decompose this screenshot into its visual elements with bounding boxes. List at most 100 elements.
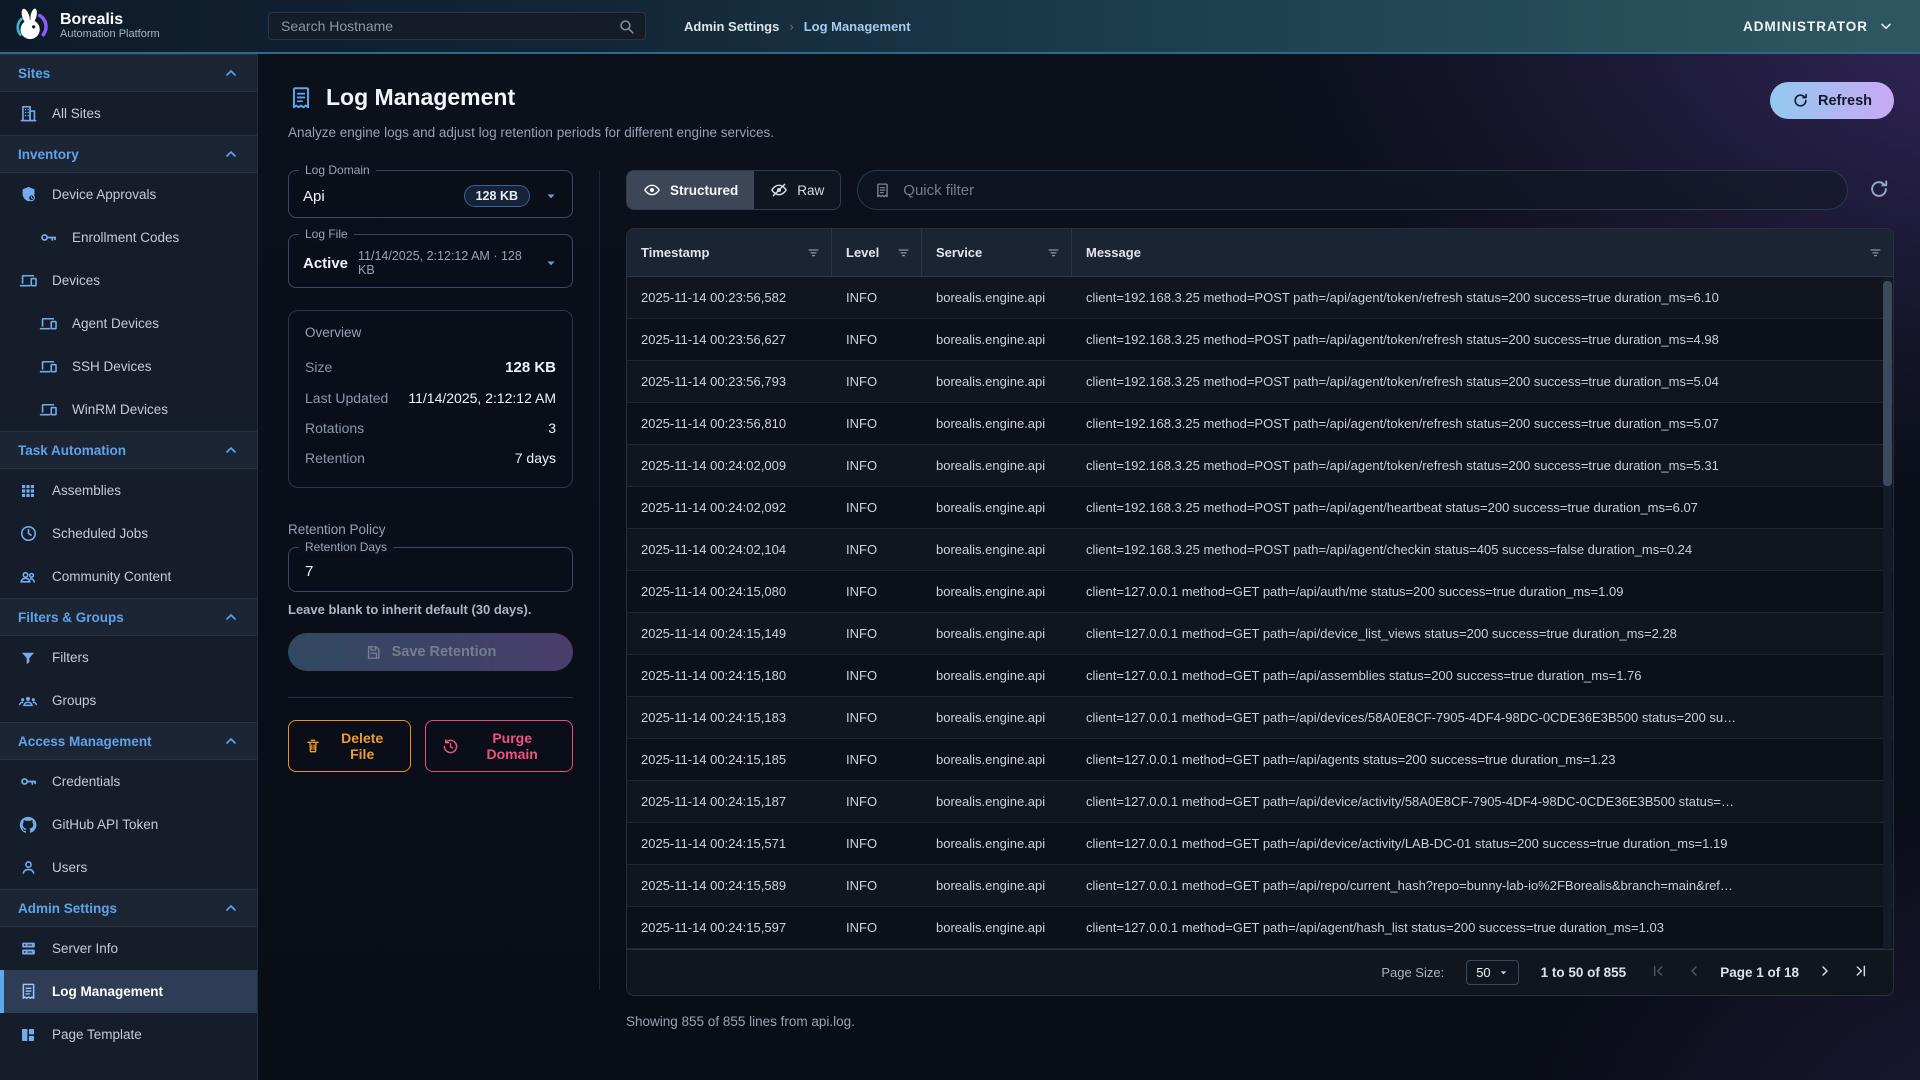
sidebar-section-access-management[interactable]: Access Management (0, 722, 257, 760)
chevron-up-icon (223, 442, 239, 458)
first-page-icon[interactable] (1648, 961, 1668, 984)
table-row[interactable]: 2025-11-14 00:24:15,149 INFO borealis.en… (627, 613, 1893, 655)
column-header-message[interactable]: Message (1072, 229, 1893, 276)
sidebar-item-agent-devices[interactable]: Agent Devices (0, 302, 257, 345)
table-refresh-icon[interactable] (1864, 174, 1894, 207)
sidebar-section-admin-settings[interactable]: Admin Settings (0, 889, 257, 927)
table-row[interactable]: 2025-11-14 00:24:15,080 INFO borealis.en… (627, 571, 1893, 613)
person-icon (18, 858, 38, 877)
sidebar-item-all-sites[interactable]: All Sites (0, 92, 257, 135)
log-domain-select[interactable]: Log Domain Api 128 KB (288, 170, 573, 218)
sidebar-item-label: Server Info (52, 941, 118, 956)
save-retention-button[interactable]: Save Retention (288, 633, 573, 671)
cell-level: INFO (832, 836, 922, 851)
devices-icon (38, 314, 58, 333)
receipt-icon (18, 982, 38, 1001)
grid-icon (18, 482, 38, 500)
table-row[interactable]: 2025-11-14 00:24:15,185 INFO borealis.en… (627, 739, 1893, 781)
page-size-select[interactable]: 50 (1466, 960, 1518, 985)
table-row[interactable]: 2025-11-14 00:23:56,582 INFO borealis.en… (627, 277, 1893, 319)
last-page-icon[interactable] (1851, 961, 1871, 984)
sidebar-item-groups[interactable]: Groups (0, 679, 257, 722)
column-header-timestamp[interactable]: Timestamp (627, 229, 832, 276)
table-row[interactable]: 2025-11-14 00:24:02,009 INFO borealis.en… (627, 445, 1893, 487)
filter-list-icon[interactable] (806, 245, 821, 260)
sidebar-item-github-api-token[interactable]: GitHub API Token (0, 803, 257, 846)
table-row[interactable]: 2025-11-14 00:24:15,571 INFO borealis.en… (627, 823, 1893, 865)
cell-message: client=127.0.0.1 method=GET path=/api/ag… (1072, 920, 1893, 935)
size-label: Size (305, 359, 332, 375)
cell-timestamp: 2025-11-14 00:24:15,187 (627, 794, 832, 809)
delete-file-button[interactable]: Delete File (288, 720, 411, 772)
section-label: Sites (18, 66, 50, 81)
table-row[interactable]: 2025-11-14 00:23:56,793 INFO borealis.en… (627, 361, 1893, 403)
sidebar-item-scheduled-jobs[interactable]: Scheduled Jobs (0, 512, 257, 555)
hostname-search[interactable] (268, 12, 646, 40)
filter-list-icon[interactable] (1046, 245, 1061, 260)
table-row[interactable]: 2025-11-14 00:23:56,627 INFO borealis.en… (627, 319, 1893, 361)
quick-filter-input[interactable] (901, 181, 1831, 200)
breadcrumb-log-management[interactable]: Log Management (804, 19, 911, 34)
scrollbar-thumb[interactable] (1883, 281, 1892, 486)
log-viewer: Structured Raw (600, 170, 1894, 1029)
raw-label: Raw (797, 183, 824, 198)
column-header-level[interactable]: Level (832, 229, 922, 276)
filter-list-icon[interactable] (1868, 245, 1883, 260)
save-retention-label: Save Retention (392, 644, 497, 660)
log-file-select[interactable]: Log File Active 11/14/2025, 2:12:12 AM ·… (288, 234, 573, 288)
cell-message: client=192.168.3.25 method=POST path=/ap… (1072, 458, 1893, 473)
table-row[interactable]: 2025-11-14 00:24:15,183 INFO borealis.en… (627, 697, 1893, 739)
next-page-icon[interactable] (1815, 961, 1835, 984)
chevron-up-icon (223, 146, 239, 162)
sidebar-item-label: Agent Devices (72, 316, 159, 331)
clock-icon (18, 524, 38, 543)
sidebar-item-page-template[interactable]: Page Template (0, 1013, 257, 1056)
filter-list-icon[interactable] (896, 245, 911, 260)
table-row[interactable]: 2025-11-14 00:24:15,597 INFO borealis.en… (627, 907, 1893, 949)
sidebar-item-community-content[interactable]: Community Content (0, 555, 257, 598)
table-scrollbar[interactable] (1883, 277, 1892, 949)
sidebar-item-assemblies[interactable]: Assemblies (0, 469, 257, 512)
sidebar-item-devices[interactable]: Devices (0, 259, 257, 302)
caret-down-icon (544, 189, 558, 203)
table-row[interactable]: 2025-11-14 00:24:02,104 INFO borealis.en… (627, 529, 1893, 571)
cell-message: client=192.168.3.25 method=POST path=/ap… (1072, 290, 1893, 305)
raw-toggle[interactable]: Raw (754, 171, 840, 209)
table-row[interactable]: 2025-11-14 00:24:15,187 INFO borealis.en… (627, 781, 1893, 823)
sidebar-item-credentials[interactable]: Credentials (0, 760, 257, 803)
delete-file-label: Delete File (330, 730, 394, 762)
sidebar-item-label: Log Management (52, 984, 163, 999)
sidebar-item-filters[interactable]: Filters (0, 636, 257, 679)
receipt-icon (288, 85, 314, 111)
sidebar-item-server-info[interactable]: Server Info (0, 927, 257, 970)
sidebar-item-enrollment-codes[interactable]: Enrollment Codes (0, 216, 257, 259)
breadcrumb-admin-settings[interactable]: Admin Settings (684, 19, 779, 34)
purge-domain-button[interactable]: Purge Domain (425, 720, 573, 772)
quick-filter[interactable] (857, 170, 1848, 210)
cell-message: client=192.168.3.25 method=POST path=/ap… (1072, 500, 1893, 515)
sidebar-item-device-approvals[interactable]: Device Approvals (0, 173, 257, 216)
search-input[interactable] (279, 17, 618, 35)
sidebar-item-users[interactable]: Users (0, 846, 257, 889)
retention-days-input[interactable] (303, 562, 558, 581)
cell-timestamp: 2025-11-14 00:24:15,185 (627, 752, 832, 767)
table-row[interactable]: 2025-11-14 00:24:02,092 INFO borealis.en… (627, 487, 1893, 529)
cell-level: INFO (832, 290, 922, 305)
structured-toggle[interactable]: Structured (627, 171, 754, 209)
previous-page-icon[interactable] (1684, 961, 1704, 984)
user-menu[interactable]: ADMINISTRATOR (1743, 18, 1894, 34)
column-header-service[interactable]: Service (922, 229, 1072, 276)
sidebar-section-filters-groups[interactable]: Filters & Groups (0, 598, 257, 636)
sidebar-section-sites[interactable]: Sites (0, 54, 257, 92)
sidebar-item-label: Community Content (52, 569, 171, 584)
cell-message: client=127.0.0.1 method=GET path=/api/as… (1072, 668, 1893, 683)
table-row[interactable]: 2025-11-14 00:24:15,180 INFO borealis.en… (627, 655, 1893, 697)
table-row[interactable]: 2025-11-14 00:24:15,589 INFO borealis.en… (627, 865, 1893, 907)
table-row[interactable]: 2025-11-14 00:23:56,810 INFO borealis.en… (627, 403, 1893, 445)
sidebar-item-winrm-devices[interactable]: WinRM Devices (0, 388, 257, 431)
sidebar-item-ssh-devices[interactable]: SSH Devices (0, 345, 257, 388)
refresh-button[interactable]: Refresh (1770, 82, 1894, 119)
sidebar-section-task-automation[interactable]: Task Automation (0, 431, 257, 469)
sidebar-section-inventory[interactable]: Inventory (0, 135, 257, 173)
sidebar-item-log-management[interactable]: Log Management (0, 970, 257, 1013)
